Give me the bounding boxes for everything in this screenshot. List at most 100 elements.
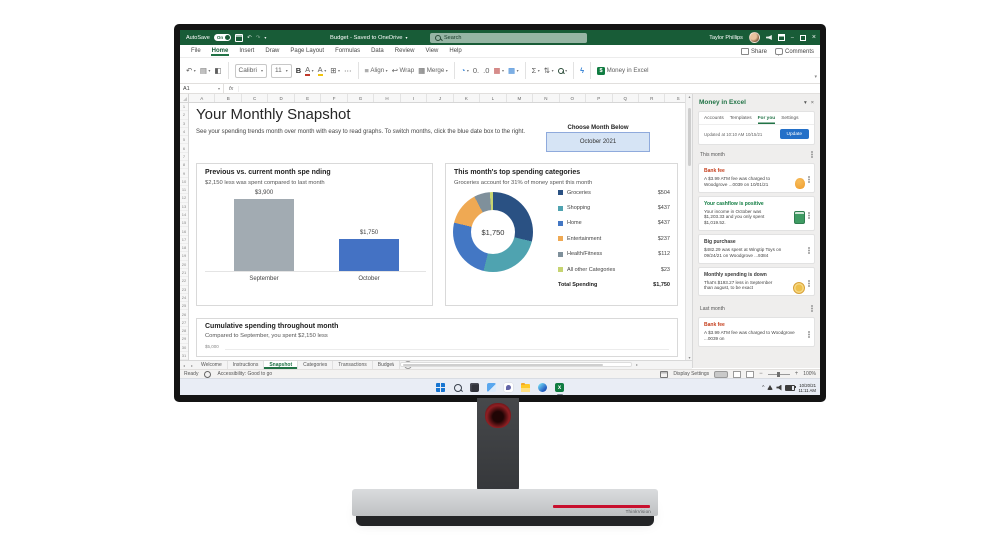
money-in-excel-button[interactable]: $Money in Excel <box>597 67 648 75</box>
column-header-P[interactable]: P <box>586 94 612 102</box>
comments-button[interactable]: Comments <box>775 48 814 55</box>
row-header-7[interactable]: 7 <box>180 153 188 161</box>
zoom-out-icon[interactable]: − <box>759 371 763 377</box>
sheet-tab-instructions[interactable]: Instructions <box>228 361 265 369</box>
row-header-15[interactable]: 15 <box>180 219 188 227</box>
display-settings-label[interactable]: Display Settings <box>673 371 709 377</box>
cumulative-chart[interactable]: Cumulative spending throughout month Com… <box>196 318 678 357</box>
increase-decimal-button[interactable]: 0. <box>473 67 479 75</box>
column-header-M[interactable]: M <box>507 94 533 102</box>
ribbon-tab-home[interactable]: Home <box>211 46 230 56</box>
horizontal-scrollbar[interactable] <box>400 362 632 367</box>
sheet-nav-right-icon[interactable]: ▸ <box>188 361 196 369</box>
insight-card-your-cashflow-is-positive[interactable]: Your cashflow is positiveYour income in … <box>698 196 815 231</box>
row-header-31[interactable]: 31 <box>180 352 188 360</box>
undo-button[interactable]: ↶▾ <box>186 67 196 75</box>
row-header-20[interactable]: 20 <box>180 261 188 269</box>
column-header-O[interactable]: O <box>560 94 586 102</box>
column-header-J[interactable]: J <box>427 94 453 102</box>
borders-button[interactable]: ⊞▾ <box>330 67 340 75</box>
row-header-13[interactable]: 13 <box>180 203 188 211</box>
column-header-K[interactable]: K <box>454 94 480 102</box>
sheet-tab-categories[interactable]: Categories <box>298 361 333 369</box>
vertical-scrollbar[interactable]: ▴ ▾ <box>685 94 692 360</box>
document-title[interactable]: Budget - Saved to OneDrive ▾ <box>330 30 408 45</box>
update-button[interactable]: Update <box>780 129 809 139</box>
format-painter-button[interactable]: ◧ <box>214 67 221 75</box>
ribbon-tab-help[interactable]: Help <box>448 46 462 56</box>
ribbon-tab-review[interactable]: Review <box>394 46 416 56</box>
row-header-27[interactable]: 27 <box>180 319 188 327</box>
row-header-17[interactable]: 17 <box>180 236 188 244</box>
find-button[interactable]: ▾ <box>558 68 568 74</box>
zoom-slider-thumb[interactable] <box>777 372 780 377</box>
ribbon-tab-view[interactable]: View <box>424 46 439 56</box>
row-header-21[interactable]: 21 <box>180 269 188 277</box>
column-header-D[interactable]: D <box>268 94 294 102</box>
autosum-button[interactable]: Σ▾ <box>532 67 540 75</box>
number-format-button[interactable]: ◔▾ <box>461 67 469 75</box>
decrease-decimal-button[interactable]: .0 <box>483 67 489 75</box>
vertical-scroll-thumb[interactable] <box>688 108 691 166</box>
row-header-2[interactable]: 2 <box>180 111 188 119</box>
battery-icon[interactable] <box>785 385 795 391</box>
close-icon[interactable]: × <box>812 34 816 41</box>
ribbon-tab-formulas[interactable]: Formulas <box>334 46 361 56</box>
row-header-10[interactable]: 10 <box>180 178 188 186</box>
card-menu-icon[interactable] <box>808 247 810 249</box>
maximize-icon[interactable] <box>800 35 806 41</box>
bar-chart[interactable]: Previous vs. current month spe nding $2,… <box>196 163 433 306</box>
column-header-Q[interactable]: Q <box>613 94 639 102</box>
row-header-3[interactable]: 3 <box>180 120 188 128</box>
normal-view-icon[interactable] <box>714 371 728 378</box>
panel-tab-settings[interactable]: Settings <box>781 116 798 124</box>
ribbon-tab-file[interactable]: File <box>190 46 202 56</box>
panel-dropdown-icon[interactable]: ▾ <box>804 100 807 106</box>
taskbar-excel-icon[interactable]: x <box>554 382 565 393</box>
row-header-14[interactable]: 14 <box>180 211 188 219</box>
row-header-16[interactable]: 16 <box>180 227 188 235</box>
font-size-button[interactable]: 11▾ <box>271 64 292 78</box>
card-menu-icon[interactable] <box>808 212 810 214</box>
insight-card-big-purchase[interactable]: Big purchase$482.29 was spent at Wingtip… <box>698 234 815 264</box>
insight-card-monthly-spending-is-down[interactable]: Monthly spending is downThat's $193.27 l… <box>698 267 815 297</box>
taskbar-widgets-icon[interactable] <box>486 382 497 393</box>
sheet-tab-budget[interactable]: Budget <box>373 361 400 369</box>
minimize-icon[interactable]: – <box>791 35 794 41</box>
save-icon[interactable] <box>235 34 243 42</box>
collapse-ribbon-icon[interactable]: ▾ <box>814 74 817 80</box>
sheet-tab-snapshot[interactable]: Snapshot <box>264 361 298 369</box>
taskbar-file-explorer-icon[interactable] <box>520 382 531 393</box>
undo-icon[interactable]: ↶ <box>247 35 252 41</box>
share-button[interactable]: Share <box>741 48 767 55</box>
tray-overflow-icon[interactable]: ^ <box>762 385 764 391</box>
card-menu-icon[interactable] <box>808 280 810 282</box>
ribbon-options-icon[interactable] <box>778 34 785 41</box>
row-header-18[interactable]: 18 <box>180 244 188 252</box>
font-name-button[interactable]: Calibri▾ <box>235 64 267 78</box>
taskbar-chat-icon[interactable] <box>503 382 514 393</box>
accessibility-status[interactable]: Accessibility: Good to go <box>217 371 272 377</box>
page-layout-view-icon[interactable] <box>733 371 741 378</box>
row-header-28[interactable]: 28 <box>180 327 188 335</box>
panel-close-icon[interactable]: × <box>811 100 814 106</box>
page-break-view-icon[interactable] <box>746 371 754 378</box>
redo-icon[interactable]: ↷ <box>256 35 261 41</box>
sheet-tab-welcome[interactable]: Welcome <box>196 361 228 369</box>
font-color-button[interactable]: A▾ <box>305 66 314 76</box>
insight-card-bank-fee[interactable]: Bank feeA $3.99 ATM fee was charged to W… <box>698 317 815 347</box>
row-header-8[interactable]: 8 <box>180 161 188 169</box>
zoom-level[interactable]: 100% <box>803 371 816 377</box>
column-header-N[interactable]: N <box>533 94 559 102</box>
select-all-corner[interactable] <box>180 94 189 102</box>
zoom-slider[interactable] <box>768 374 790 375</box>
hscroll-left-icon[interactable]: ◂ <box>392 362 394 367</box>
row-header-30[interactable]: 30 <box>180 344 188 352</box>
panel-tab-accounts[interactable]: Accounts <box>704 116 724 124</box>
column-header-B[interactable]: B <box>215 94 241 102</box>
month-selector[interactable]: October 2021 <box>546 132 650 152</box>
hscroll-right-icon[interactable]: ▸ <box>636 362 638 367</box>
horizontal-scroll-thumb[interactable] <box>403 364 603 366</box>
row-header-25[interactable]: 25 <box>180 302 188 310</box>
sheet-nav-left-icon[interactable]: ◂ <box>180 361 188 369</box>
